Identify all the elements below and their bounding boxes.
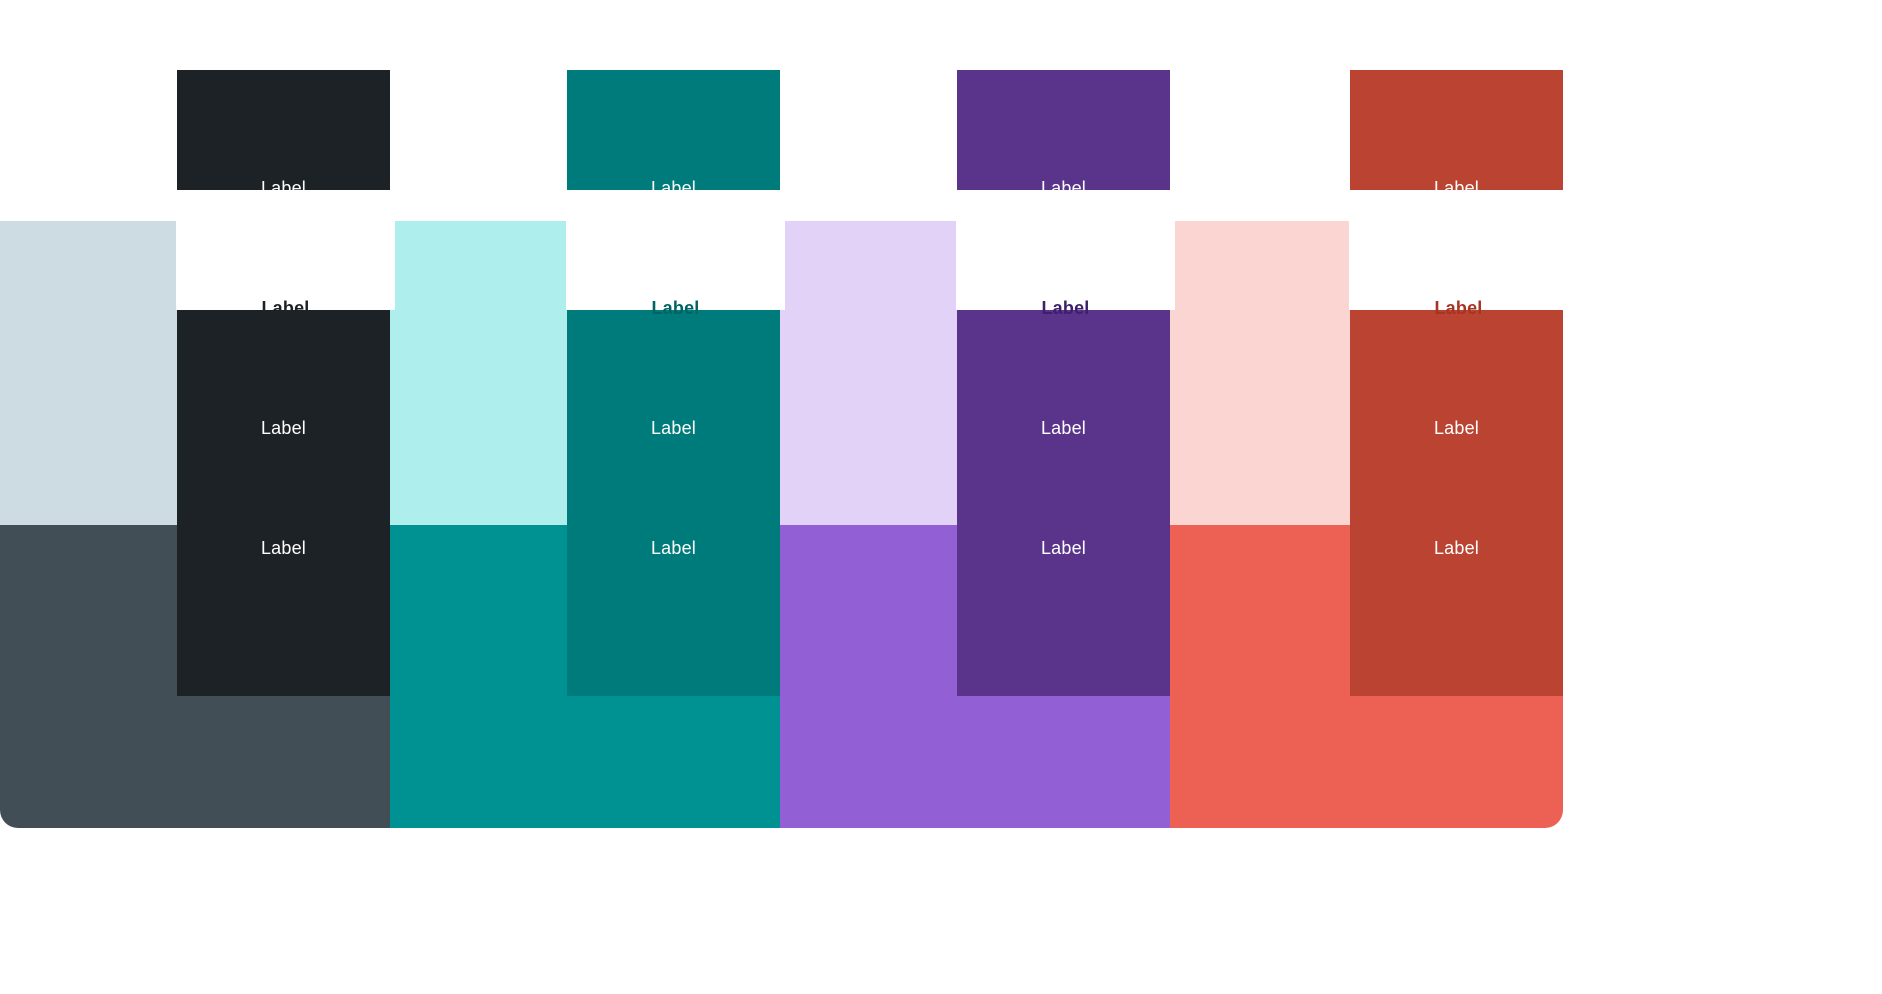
nav-rail-item-red-2[interactable]: Label bbox=[1349, 190, 1568, 318]
nav-rail-purple: Label Label Label Label bbox=[956, 70, 1175, 696]
nav-rail-item-neutral-2[interactable]: Label bbox=[176, 190, 395, 318]
nav-rail-item-red-3[interactable]: Label bbox=[1350, 310, 1563, 438]
nav-rail-item-purple-1[interactable]: Label bbox=[957, 70, 1170, 198]
nav-item-label: Label bbox=[650, 538, 697, 558]
nav-rail-teal: Label Label Label Label bbox=[566, 70, 785, 696]
color-variants-canvas: Label Label Label Label Label Label Labe… bbox=[0, 0, 1882, 994]
nav-rail-item-neutral-3[interactable]: Label bbox=[177, 310, 390, 438]
nav-rail-item-teal-3[interactable]: Label bbox=[567, 310, 780, 438]
nav-rail-item-neutral-4[interactable]: Label bbox=[177, 430, 390, 558]
nav-item-label: Label bbox=[1433, 538, 1480, 558]
nav-item-label: Label bbox=[1040, 538, 1087, 558]
nav-rail-item-teal-4[interactable]: Label bbox=[567, 430, 780, 558]
nav-rail-item-purple-4[interactable]: Label bbox=[957, 430, 1170, 558]
nav-rail-item-neutral-1[interactable]: Label bbox=[177, 70, 390, 198]
nav-rail-item-teal-1[interactable]: Label bbox=[567, 70, 780, 198]
nav-item-label: Label bbox=[260, 538, 307, 558]
nav-rail-item-teal-2[interactable]: Label bbox=[566, 190, 785, 318]
nav-rail-item-red-1[interactable]: Label bbox=[1350, 70, 1563, 198]
nav-rail-neutral: Label Label Label Label bbox=[176, 70, 395, 696]
nav-rail-item-purple-2[interactable]: Label bbox=[956, 190, 1175, 318]
nav-rail-item-red-4[interactable]: Label bbox=[1350, 430, 1563, 558]
nav-rail-red: Label Label Label Label bbox=[1349, 70, 1568, 696]
nav-rail-item-purple-3[interactable]: Label bbox=[957, 310, 1170, 438]
